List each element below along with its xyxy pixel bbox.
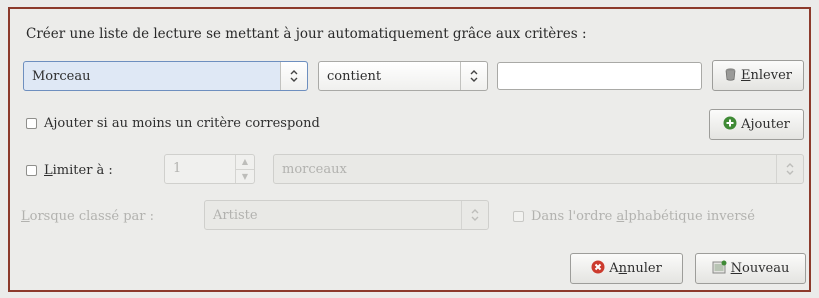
operator-select-value: contient [327, 68, 382, 84]
sort-field-value: Artiste [213, 207, 258, 223]
reverse-order-label: Dans l'ordre alphabétique inversé [531, 209, 755, 224]
criterion-value-input[interactable] [497, 62, 702, 90]
any-match-checkbox[interactable]: Ajouter si au moins un critère correspon… [26, 116, 320, 131]
updown-arrows-icon [776, 155, 803, 183]
criteria-dialog: Créer une liste de lecture se mettant à … [8, 7, 811, 292]
limit-count-spinner[interactable]: 1 ▲ ▼ [164, 154, 255, 184]
checkbox-box[interactable] [26, 118, 37, 129]
updown-arrows-icon [461, 201, 488, 229]
spin-up-icon[interactable]: ▲ [236, 155, 254, 169]
dialog-heading: Créer une liste de lecture se mettant à … [26, 26, 587, 42]
add-icon [723, 116, 737, 134]
add-criterion-button[interactable]: Ajouter [709, 109, 804, 140]
add-criterion-label: Ajouter [741, 117, 790, 132]
field-select-value: Morceau [32, 68, 91, 84]
cancel-icon [591, 260, 605, 278]
updown-arrows-icon [280, 62, 307, 90]
remove-button-label: Enlever [741, 68, 792, 83]
limit-label: Limiter à : [44, 163, 113, 178]
new-button[interactable]: Nouveau [695, 253, 806, 284]
cancel-button[interactable]: Annuler [570, 253, 683, 284]
checkbox-box[interactable] [513, 211, 524, 222]
cancel-button-label: Annuler [609, 261, 662, 276]
limit-count-value: 1 [173, 161, 182, 176]
limit-unit-select[interactable]: morceaux [273, 154, 804, 184]
spin-down-icon[interactable]: ▼ [236, 168, 254, 184]
new-playlist-icon [712, 260, 727, 278]
field-select[interactable]: Morceau [23, 61, 308, 91]
checkbox-box[interactable] [26, 165, 37, 176]
new-button-label: Nouveau [730, 261, 790, 276]
remove-button[interactable]: Enlever [712, 60, 804, 91]
operator-select[interactable]: contient [318, 61, 488, 91]
any-match-label: Ajouter si au moins un critère correspon… [44, 116, 320, 131]
updown-arrows-icon [460, 62, 487, 90]
limit-checkbox[interactable]: Limiter à : [26, 163, 113, 178]
trash-icon [724, 67, 737, 85]
sort-field-select[interactable]: Artiste [204, 200, 489, 230]
sort-label: Lorsque classé par : [21, 209, 155, 224]
limit-unit-value: morceaux [282, 161, 347, 177]
reverse-order-checkbox[interactable]: Dans l'ordre alphabétique inversé [513, 209, 755, 224]
